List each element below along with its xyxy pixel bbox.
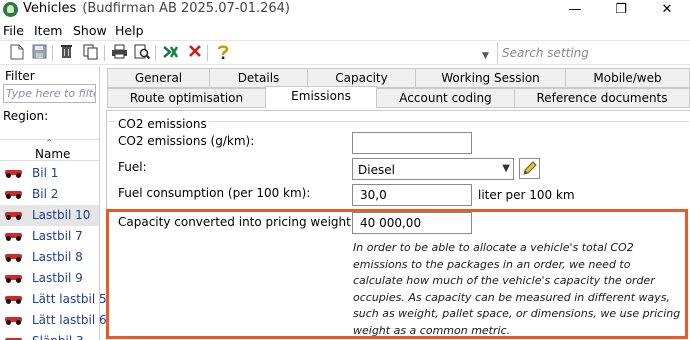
sort-caret-icon: ^ xyxy=(46,138,53,147)
app-icon xyxy=(3,2,18,17)
print-preview-icon[interactable] xyxy=(133,44,151,62)
co2-emissions-label: CO2 emissions (g/km): xyxy=(118,134,255,148)
vehicle-name: Bil 1 xyxy=(32,166,59,180)
tab-reference-documents[interactable]: Reference documents xyxy=(514,88,690,108)
vehicle-icon xyxy=(5,274,22,283)
vehicle-list-item[interactable]: Lastbil 7 xyxy=(0,226,99,247)
vehicle-list-item[interactable]: Lastbil 8 xyxy=(0,247,99,268)
fuel-consumption-label: Fuel consumption (per 100 km): xyxy=(118,186,311,200)
delete-icon[interactable] xyxy=(57,44,75,62)
vehicle-list-item[interactable]: Bil 1 xyxy=(0,163,99,184)
co2-emissions-field[interactable] xyxy=(352,132,472,154)
vehicle-icon xyxy=(5,253,22,262)
vehicle-list-panel: Filter Region: ^ Name Bil 1 Bil 2 Lastbil … xyxy=(0,66,107,340)
window-subtitle: (Budfirman AB 2025.07-01.264) xyxy=(82,1,291,16)
vehicle-list-item[interactable]: Bil 2 xyxy=(0,184,99,205)
vehicle-name: Släpbil 3 xyxy=(32,334,84,340)
toolbar-separator xyxy=(207,45,208,61)
capacity-weight-label: Capacity converted into pricing weight (… xyxy=(118,215,383,229)
tab-emissions[interactable]: Emissions xyxy=(265,86,377,108)
filter-input[interactable] xyxy=(4,85,95,102)
tab-route-optimisation[interactable]: Route optimisation xyxy=(107,88,266,108)
vehicle-name: Lastbil 9 xyxy=(32,271,83,285)
menu-show[interactable]: Show xyxy=(73,23,107,38)
pencil-icon xyxy=(523,161,537,175)
tab-mobile-web[interactable]: Mobile/web xyxy=(565,68,690,88)
vehicle-name: Bil 2 xyxy=(32,187,59,201)
toolbar: ▼ xyxy=(0,40,690,65)
restore-button[interactable]: ❐ xyxy=(598,0,644,20)
title-bar: Vehicles (Budfirman AB 2025.07-01.264) — … xyxy=(0,0,690,20)
close-button[interactable]: ✕ xyxy=(644,0,690,20)
new-icon[interactable] xyxy=(8,44,26,62)
chevron-down-icon: ▼ xyxy=(502,163,510,174)
vehicle-list-item[interactable]: Lätt lastbil 5 xyxy=(0,289,107,310)
minimize-button[interactable]: — xyxy=(552,0,598,20)
capacity-info-text: In order to be able to allocate a vehicl… xyxy=(353,241,681,337)
menu-help[interactable]: Help xyxy=(115,23,144,38)
save-icon[interactable] xyxy=(30,44,48,62)
vehicle-list-item[interactable]: Lastbil 10 xyxy=(0,205,99,226)
search-setting-box[interactable] xyxy=(497,42,690,64)
vehicle-list-item[interactable]: Lätt lastbil 6 xyxy=(0,310,107,331)
vehicle-icon xyxy=(5,316,22,325)
fuel-consumption-unit: liter per 100 km xyxy=(478,188,575,202)
tab-details[interactable]: Details xyxy=(209,68,308,88)
vehicle-icon xyxy=(5,190,22,199)
menu-file[interactable]: File xyxy=(3,23,24,38)
fuel-consumption-field[interactable]: 30,0 xyxy=(352,184,472,206)
tab-strip: General Details Capacity Working Session… xyxy=(104,66,690,110)
vehicle-list-item[interactable]: Lastbil 9 xyxy=(0,268,99,289)
name-column-label: Name xyxy=(35,147,71,161)
filter-label: Filter xyxy=(5,69,35,83)
tab-general[interactable]: General xyxy=(107,68,210,88)
toolbar-separator xyxy=(155,45,156,61)
vehicle-name: Lastbil 7 xyxy=(32,229,83,243)
fuel-select[interactable]: Diesel ▼ xyxy=(352,158,514,180)
vehicle-icon xyxy=(5,211,22,220)
window-title: Vehicles (Budfirman AB 2025.07-01.264) xyxy=(23,1,290,16)
cancel-icon[interactable] xyxy=(186,44,204,62)
tab-capacity[interactable]: Capacity xyxy=(307,68,416,88)
copy-icon[interactable] xyxy=(82,44,100,62)
excel-icon[interactable] xyxy=(161,44,179,62)
print-icon[interactable] xyxy=(110,44,128,62)
vehicle-name: Lastbil 8 xyxy=(32,250,83,264)
name-column-header[interactable]: ^ Name xyxy=(0,138,99,161)
help-icon[interactable] xyxy=(214,44,232,62)
tab-account-coding[interactable]: Account coding xyxy=(376,88,515,108)
vehicle-name: Lätt lastbil 5 xyxy=(32,292,107,306)
co2-group-title: CO2 emissions xyxy=(116,117,209,131)
vehicle-icon xyxy=(5,169,22,178)
vehicle-icon xyxy=(5,232,22,241)
edit-fuel-button[interactable] xyxy=(519,158,540,179)
menu-item[interactable]: Item xyxy=(34,23,62,38)
toolbar-separator xyxy=(52,45,53,61)
tab-working-session[interactable]: Working Session xyxy=(415,68,566,88)
fuel-label: Fuel: xyxy=(118,160,147,174)
chevron-down-icon[interactable]: ▼ xyxy=(482,51,489,61)
vehicle-name: Lätt lastbil 6 xyxy=(32,313,107,327)
menu-bar: File Item Show Help xyxy=(0,21,690,40)
region-label: Region: xyxy=(3,109,49,123)
toolbar-separator xyxy=(104,45,105,61)
filter-field[interactable] xyxy=(3,84,96,103)
vehicle-list-item[interactable]: Släpbil 3 xyxy=(0,331,99,340)
vehicle-icon xyxy=(5,295,22,304)
vehicle-name: Lastbil 10 xyxy=(32,208,91,222)
capacity-weight-field[interactable]: 40 000,00 xyxy=(352,212,472,234)
window-title-text: Vehicles xyxy=(23,1,77,16)
fuel-select-value: Diesel xyxy=(358,163,395,177)
search-setting-input[interactable] xyxy=(498,42,690,64)
